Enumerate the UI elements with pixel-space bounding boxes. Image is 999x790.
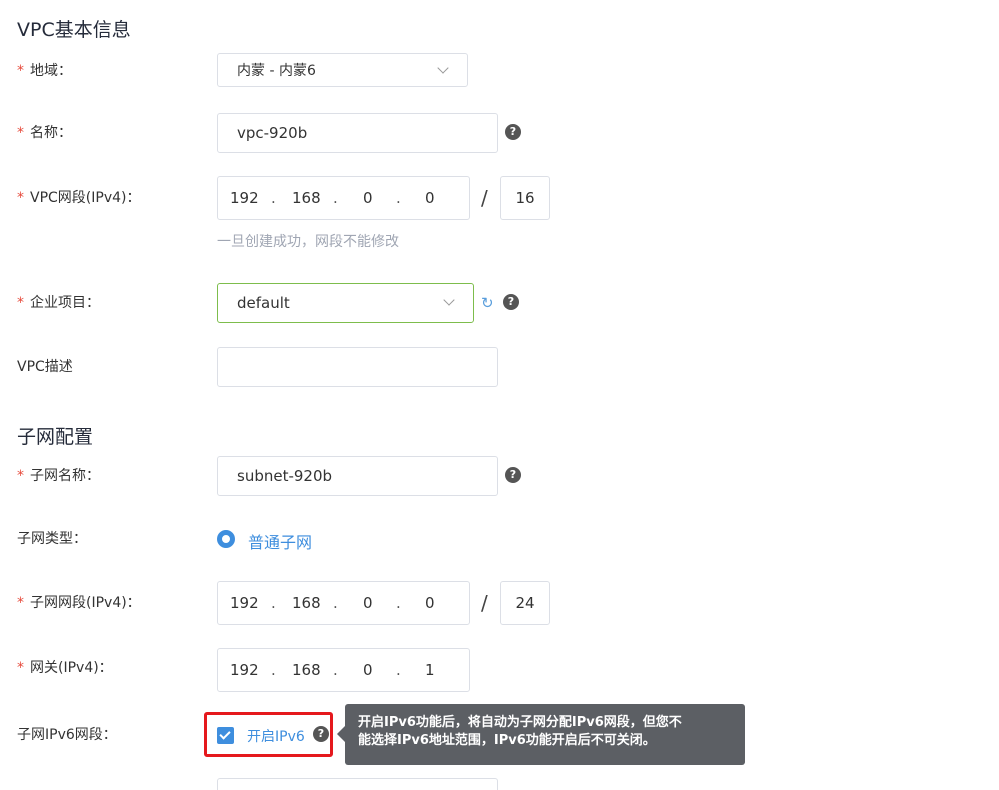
subnet-name-input[interactable]: subnet-920b xyxy=(217,456,498,496)
vpc-mask-value: 16 xyxy=(515,189,535,207)
octet-3[interactable]: 0 xyxy=(363,661,373,679)
octet-2[interactable]: 168 xyxy=(292,189,321,207)
octet-1[interactable]: 192 xyxy=(230,594,259,612)
help-icon[interactable]: ? xyxy=(313,726,329,742)
subnet-name-value: subnet-920b xyxy=(237,467,333,485)
octet-separator: . xyxy=(271,661,276,679)
chevron-down-icon xyxy=(443,294,455,306)
next-field-input[interactable] xyxy=(217,778,498,790)
required-mark: * xyxy=(17,595,24,611)
cidr-slash: / xyxy=(481,186,488,210)
ipv6-checkbox[interactable] xyxy=(217,727,234,744)
subnet-type-option[interactable]: 普通子网 xyxy=(248,529,312,553)
subnet-cidr-label: * 子网网段(IPv4)： xyxy=(17,593,141,613)
project-label: * 企业项目： xyxy=(17,293,100,313)
required-mark: * xyxy=(17,295,24,311)
octet-separator: . xyxy=(396,661,401,679)
octet-separator: . xyxy=(396,594,401,612)
octet-separator: . xyxy=(333,189,338,207)
octet-4[interactable]: 0 xyxy=(425,594,435,612)
required-mark: * xyxy=(17,468,24,484)
octet-3[interactable]: 0 xyxy=(363,594,373,612)
description-label: VPC描述 xyxy=(17,359,73,375)
vpc-name-input[interactable]: vpc-920b xyxy=(217,113,498,153)
subnet-type-radio[interactable] xyxy=(217,530,235,548)
vpc-cidr-input[interactable]: 192 . 168 . 0 . 0 xyxy=(217,176,470,220)
octet-1[interactable]: 192 xyxy=(230,189,259,207)
subnet-mask-input[interactable]: 24 xyxy=(500,581,550,625)
octet-2[interactable]: 168 xyxy=(292,661,321,679)
octet-4[interactable]: 0 xyxy=(425,189,435,207)
octet-separator: . xyxy=(396,189,401,207)
project-select[interactable]: default xyxy=(217,283,474,323)
octet-separator: . xyxy=(333,661,338,679)
chevron-down-icon xyxy=(437,62,449,74)
subnet-section-title: 子网配置 xyxy=(17,426,94,448)
required-mark: * xyxy=(17,63,24,79)
vpc-name-value: vpc-920b xyxy=(237,124,308,142)
region-value: 内蒙 - 内蒙6 xyxy=(237,63,316,79)
required-mark: * xyxy=(17,190,24,206)
octet-3[interactable]: 0 xyxy=(363,189,373,207)
required-mark: * xyxy=(17,125,24,141)
ipv6-checkbox-label[interactable]: 开启IPv6 xyxy=(247,726,305,746)
vpc-mask-input[interactable]: 16 xyxy=(500,176,550,220)
octet-separator: . xyxy=(333,594,338,612)
required-mark: * xyxy=(17,660,24,676)
subnet-type-label: 子网类型： xyxy=(17,531,87,547)
vpc-section-title: VPC基本信息 xyxy=(17,19,131,41)
subnet-name-label-text: 子网名称： xyxy=(30,468,100,484)
tooltip-line-1: 开启IPv6功能后，将自动为子网分配IPv6网段，但您不 xyxy=(358,715,682,730)
gateway-label-text: 网关(IPv4)： xyxy=(30,660,113,676)
octet-4[interactable]: 1 xyxy=(425,661,435,679)
tooltip-line-2: 能选择IPv6地址范围，IPv6功能开启后不可关闭。 xyxy=(358,733,656,748)
subnet-mask-value: 24 xyxy=(515,594,535,612)
project-value: default xyxy=(237,294,290,312)
help-icon[interactable]: ? xyxy=(505,467,521,483)
subnet-cidr-input[interactable]: 192 . 168 . 0 . 0 xyxy=(217,581,470,625)
octet-2[interactable]: 168 xyxy=(292,594,321,612)
gateway-input[interactable]: 192 . 168 . 0 . 1 xyxy=(217,648,470,692)
refresh-icon[interactable]: ↻ xyxy=(481,295,494,311)
octet-separator: . xyxy=(271,594,276,612)
help-icon[interactable]: ? xyxy=(505,124,521,140)
description-input[interactable] xyxy=(217,347,498,387)
region-label-text: 地域： xyxy=(30,63,72,79)
gateway-label: * 网关(IPv4)： xyxy=(17,658,113,678)
cidr-slash: / xyxy=(481,591,488,615)
name-label-text: 名称： xyxy=(30,125,72,141)
ipv6-tooltip: 开启IPv6功能后，将自动为子网分配IPv6网段，但您不 能选择IPv6地址范围… xyxy=(337,704,745,765)
octet-separator: . xyxy=(271,189,276,207)
subnet-cidr-label-text: 子网网段(IPv4)： xyxy=(30,595,141,611)
subnet-name-label: * 子网名称： xyxy=(17,466,100,486)
ipv6-label: 子网IPv6网段： xyxy=(17,727,117,743)
name-label: * 名称： xyxy=(17,123,72,143)
octet-1[interactable]: 192 xyxy=(230,661,259,679)
region-select[interactable]: 内蒙 - 内蒙6 xyxy=(217,53,468,87)
region-label: * 地域： xyxy=(17,61,72,81)
help-icon[interactable]: ? xyxy=(503,294,519,310)
vpc-cidr-label: * VPC网段(IPv4)： xyxy=(17,188,140,208)
project-label-text: 企业项目： xyxy=(30,295,100,311)
cidr-hint: 一旦创建成功，网段不能修改 xyxy=(217,234,399,250)
vpc-cidr-label-text: VPC网段(IPv4)： xyxy=(30,190,141,206)
